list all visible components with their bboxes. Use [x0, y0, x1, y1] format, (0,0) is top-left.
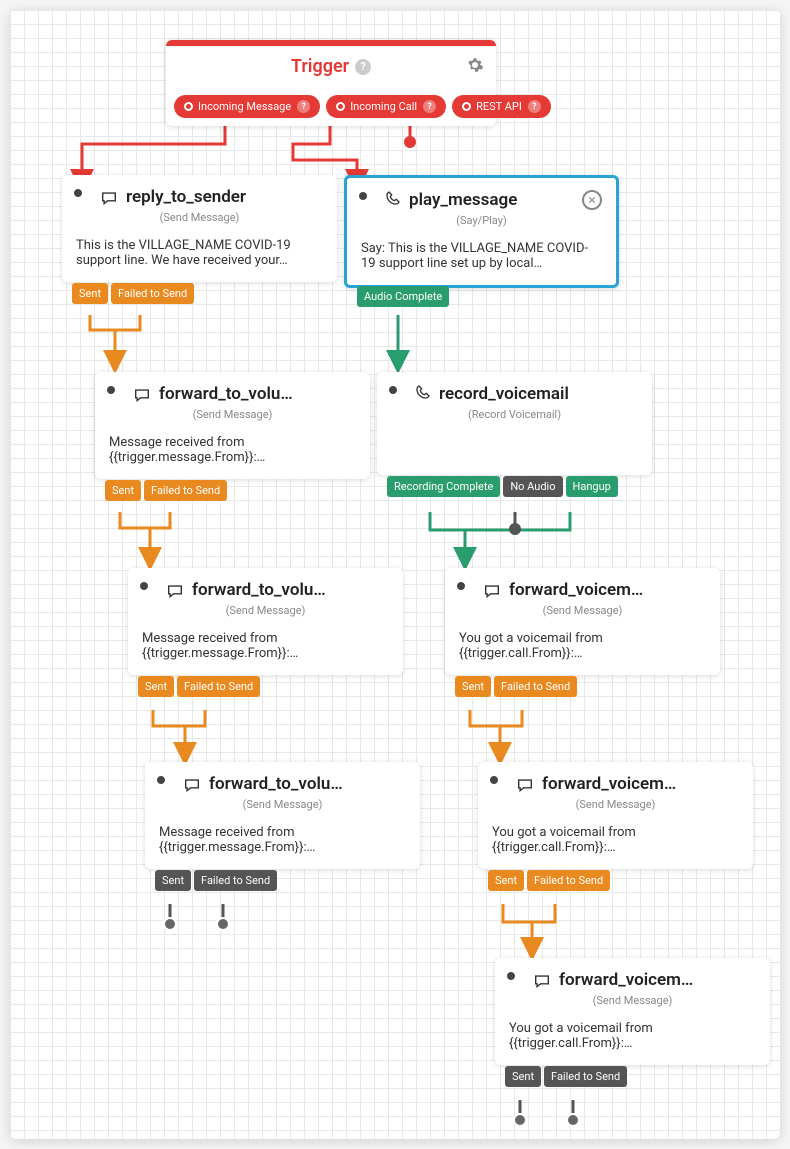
input-port[interactable]	[138, 580, 150, 592]
flow-canvas[interactable]: Trigger ? Incoming Message? Incoming Cal…	[10, 10, 780, 1139]
widget-body: You got a voicemail from {{trigger.call.…	[495, 1013, 770, 1065]
message-icon	[533, 973, 551, 987]
output-sent[interactable]: Sent	[72, 283, 108, 304]
phone-icon	[415, 384, 431, 404]
output-sent[interactable]: Sent	[505, 1066, 541, 1087]
input-port[interactable]	[505, 970, 517, 982]
widget-body: Message received from {{trigger.message.…	[95, 427, 370, 479]
widget-body: Say: This is the VILLAGE_NAME COVID-19 s…	[347, 233, 616, 285]
input-port[interactable]	[72, 187, 84, 199]
output-sent[interactable]: Sent	[488, 870, 524, 891]
trigger-output-rest-api[interactable]: REST API?	[452, 95, 551, 118]
widget-body	[377, 427, 652, 475]
widget-title: forward_to_volu…	[159, 384, 356, 404]
widget-forward-voicem-1[interactable]: forward_voicem… (Send Message) You got a…	[445, 568, 720, 675]
widget-subtitle: (Say/Play)	[347, 214, 616, 233]
output-failed[interactable]: Failed to Send	[527, 870, 610, 891]
output-failed[interactable]: Failed to Send	[111, 283, 194, 304]
widget-subtitle: (Send Message)	[62, 211, 337, 230]
widget-subtitle: (Send Message)	[495, 994, 770, 1013]
widget-play-message[interactable]: play_message ✕ (Say/Play) Say: This is t…	[344, 175, 619, 288]
widget-body: You got a voicemail from {{trigger.call.…	[445, 623, 720, 675]
widget-title: forward_voicem…	[509, 580, 706, 600]
trigger-outputs: Incoming Message? Incoming Call? REST AP…	[166, 87, 496, 126]
help-icon[interactable]: ?	[423, 100, 436, 113]
widget-forward-to-volu-3[interactable]: forward_to_volu… (Send Message) Message …	[145, 762, 420, 869]
output-audio-complete[interactable]: Audio Complete	[357, 286, 449, 307]
widget-body: This is the VILLAGE_NAME COVID-19 suppor…	[62, 230, 337, 282]
widget-subtitle: (Record Voicemail)	[377, 408, 652, 427]
widget-subtitle: (Send Message)	[478, 798, 753, 817]
output-hangup[interactable]: Hangup	[566, 476, 618, 497]
widget-subtitle: (Send Message)	[145, 798, 420, 817]
widget-forward-voicem-2[interactable]: forward_voicem… (Send Message) You got a…	[478, 762, 753, 869]
input-port[interactable]	[357, 190, 369, 202]
message-icon	[483, 583, 501, 597]
trigger-output-incoming-call[interactable]: Incoming Call?	[326, 95, 446, 118]
output-sent[interactable]: Sent	[105, 480, 141, 501]
output-sent[interactable]: Sent	[155, 870, 191, 891]
widget-title: reply_to_sender	[126, 187, 323, 207]
message-icon	[133, 387, 151, 401]
phone-icon	[385, 190, 401, 210]
trigger-output-incoming-message[interactable]: Incoming Message?	[174, 95, 320, 118]
widget-title: forward_voicem…	[559, 970, 756, 990]
output-failed[interactable]: Failed to Send	[544, 1066, 627, 1087]
input-port[interactable]	[105, 384, 117, 396]
help-icon[interactable]: ?	[297, 100, 310, 113]
message-icon	[100, 190, 118, 204]
input-port[interactable]	[155, 774, 167, 786]
widget-subtitle: (Send Message)	[445, 604, 720, 623]
widget-forward-to-volu-1[interactable]: forward_to_volu… (Send Message) Message …	[95, 372, 370, 479]
widget-forward-voicem-3[interactable]: forward_voicem… (Send Message) You got a…	[495, 958, 770, 1065]
widget-reply-to-sender[interactable]: reply_to_sender (Send Message) This is t…	[62, 175, 337, 282]
widget-title: forward_voicem…	[542, 774, 739, 794]
widget-body: You got a voicemail from {{trigger.call.…	[478, 817, 753, 869]
widget-forward-to-volu-2[interactable]: forward_to_volu… (Send Message) Message …	[128, 568, 403, 675]
widget-subtitle: (Send Message)	[128, 604, 403, 623]
output-sent[interactable]: Sent	[455, 676, 491, 697]
help-icon[interactable]: ?	[528, 100, 541, 113]
output-failed[interactable]: Failed to Send	[177, 676, 260, 697]
widget-title: record_voicemail	[439, 384, 638, 404]
trigger-title: Trigger	[291, 56, 349, 77]
settings-icon[interactable]	[466, 56, 484, 78]
message-icon	[516, 777, 534, 791]
output-failed[interactable]: Failed to Send	[144, 480, 227, 501]
output-failed[interactable]: Failed to Send	[494, 676, 577, 697]
output-sent[interactable]: Sent	[138, 676, 174, 697]
widget-body: Message received from {{trigger.message.…	[128, 623, 403, 675]
output-recording-complete[interactable]: Recording Complete	[387, 476, 500, 497]
help-icon[interactable]: ?	[355, 59, 371, 75]
trigger-node[interactable]: Trigger ? Incoming Message? Incoming Cal…	[166, 40, 496, 126]
message-icon	[166, 583, 184, 597]
widget-title: play_message	[409, 190, 582, 210]
widget-body: Message received from {{trigger.message.…	[145, 817, 420, 869]
input-port[interactable]	[488, 774, 500, 786]
widget-subtitle: (Send Message)	[95, 408, 370, 427]
widget-record-voicemail[interactable]: record_voicemail (Record Voicemail) Reco…	[377, 372, 652, 475]
input-port[interactable]	[387, 384, 399, 396]
output-failed[interactable]: Failed to Send	[194, 870, 277, 891]
input-port[interactable]	[455, 580, 467, 592]
widget-title: forward_to_volu…	[209, 774, 406, 794]
output-no-audio[interactable]: No Audio	[503, 476, 562, 497]
message-icon	[183, 777, 201, 791]
close-icon[interactable]: ✕	[582, 190, 602, 210]
widget-title: forward_to_volu…	[192, 580, 389, 600]
